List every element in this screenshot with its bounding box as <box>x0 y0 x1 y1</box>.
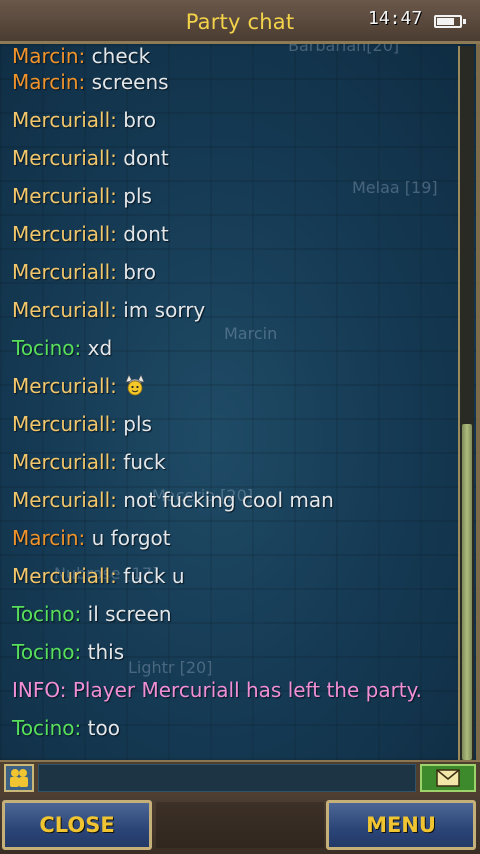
chat-message: Marcin: u forgot <box>12 525 446 563</box>
sender-separator: : <box>110 374 124 398</box>
message-sender[interactable]: Mercuriall <box>12 488 110 512</box>
sender-separator: : <box>74 640 88 664</box>
chat-message: Mercuriall: fuck <box>12 449 446 487</box>
message-sender[interactable]: Mercuriall <box>12 146 110 170</box>
chat-message: Tocino: il screen <box>12 601 446 639</box>
chat-message: Tocino: this <box>12 639 446 677</box>
message-sender[interactable]: Mercuriall <box>12 374 110 398</box>
message-text: screens <box>91 70 169 94</box>
viking-smiley-emote-icon <box>125 374 145 396</box>
chat-message: Mercuriall: pls <box>12 183 446 221</box>
chat-message: Mercuriall: fuck u <box>12 563 446 601</box>
message-text: bro <box>123 108 156 132</box>
scrollbar[interactable] <box>458 46 474 760</box>
send-message-button[interactable] <box>420 764 476 792</box>
chat-message: Marcin: check <box>12 44 446 69</box>
message-text: fuck <box>123 450 166 474</box>
bottom-bar: CLOSE MENU <box>0 796 480 854</box>
message-text: this <box>87 640 125 664</box>
chat-message: Tocino: xd <box>12 335 446 373</box>
sender-separator: : <box>59 678 73 702</box>
bottom-bar-divider <box>156 802 324 848</box>
message-list: Marcin: check Marcin: screens Mercuriall: … <box>12 44 446 753</box>
chat-message-input[interactable] <box>38 764 416 792</box>
menu-button[interactable]: MENU <box>326 800 476 850</box>
sender-separator: : <box>110 108 124 132</box>
message-sender[interactable]: Tocino <box>12 602 75 626</box>
chat-log[interactable]: Barbarian[20] Melaa [19] Marcin Macerio … <box>0 44 480 760</box>
sender-separator: : <box>74 716 88 740</box>
envelope-send-icon <box>436 769 460 787</box>
battery-icon <box>434 15 466 28</box>
message-text: check <box>91 44 151 68</box>
chat-input-bar <box>0 760 480 796</box>
sender-separator: : <box>78 44 92 68</box>
message-text: dont <box>123 146 169 170</box>
message-sender[interactable]: Tocino <box>12 640 75 664</box>
chat-message: Mercuriall: im sorry <box>12 297 446 335</box>
clock: 14:47 <box>368 8 423 29</box>
sender-separator: : <box>110 146 124 170</box>
message-sender[interactable]: Marcin <box>12 526 79 550</box>
sender-separator: : <box>110 260 124 284</box>
message-sender[interactable]: Tocino <box>12 336 75 360</box>
message-sender[interactable]: INFO <box>12 678 60 702</box>
message-sender[interactable]: Mercuriall <box>12 184 110 208</box>
chat-message: INFO: Player Mercuriall has left the par… <box>12 677 446 715</box>
message-text: not fucking cool man <box>123 488 334 512</box>
message-sender[interactable]: Mercuriall <box>12 564 110 588</box>
sender-separator: : <box>110 488 124 512</box>
chat-message: Marcin: screens <box>12 69 446 107</box>
message-text: pls <box>123 184 152 208</box>
message-text: dont <box>123 222 169 246</box>
message-sender[interactable]: Marcin <box>12 44 79 68</box>
chat-message: Mercuriall: bro <box>12 259 446 297</box>
scrollbar-thumb[interactable] <box>462 424 472 760</box>
chat-message: Mercuriall: dont <box>12 221 446 259</box>
chat-message: Mercuriall: <box>12 373 446 411</box>
sender-separator: : <box>74 336 88 360</box>
message-sender[interactable]: Mercuriall <box>12 222 110 246</box>
chat-message: Mercuriall: bro <box>12 107 446 145</box>
message-sender[interactable]: Marcin <box>12 70 79 94</box>
sender-separator: : <box>110 564 124 588</box>
sender-separator: : <box>110 412 124 436</box>
message-text: il screen <box>87 602 172 626</box>
chat-message: Mercuriall: not fucking cool man <box>12 487 446 525</box>
sender-separator: : <box>110 298 124 322</box>
message-text: u forgot <box>91 526 171 550</box>
close-button[interactable]: CLOSE <box>2 800 152 850</box>
sender-separator: : <box>78 70 92 94</box>
chat-message: Mercuriall: dont <box>12 145 446 183</box>
message-sender[interactable]: Mercuriall <box>12 450 110 474</box>
message-sender[interactable]: Mercuriall <box>12 108 110 132</box>
message-sender[interactable]: Mercuriall <box>12 298 110 322</box>
top-bar: Party chat 14:47 <box>0 0 480 44</box>
message-text: bro <box>123 260 156 284</box>
message-text: xd <box>87 336 113 360</box>
message-text: im sorry <box>123 298 206 322</box>
party-members-icon <box>10 769 28 787</box>
chat-message: Tocino: too <box>12 715 446 753</box>
chat-message: Mercuriall: pls <box>12 411 446 449</box>
sender-separator: : <box>78 526 92 550</box>
message-text: fuck u <box>123 564 185 588</box>
sender-separator: : <box>110 184 124 208</box>
message-text: Player Mercuriall has left the party. <box>72 678 422 702</box>
sender-separator: : <box>110 450 124 474</box>
message-sender[interactable]: Tocino <box>12 716 75 740</box>
party-members-button[interactable] <box>4 764 34 792</box>
message-text: pls <box>123 412 152 436</box>
message-text: too <box>87 716 120 740</box>
message-sender[interactable]: Mercuriall <box>12 260 110 284</box>
sender-separator: : <box>110 222 124 246</box>
sender-separator: : <box>74 602 88 626</box>
message-sender[interactable]: Mercuriall <box>12 412 110 436</box>
